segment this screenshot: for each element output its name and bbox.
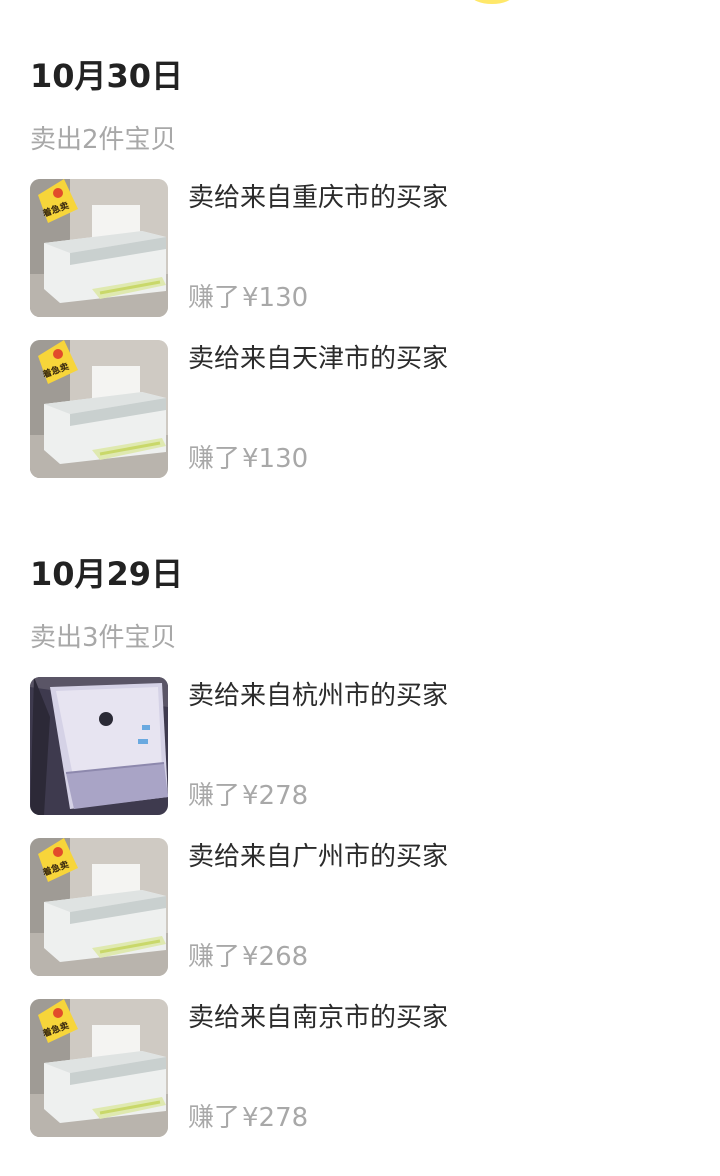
printer-photo-icon: 着急卖 xyxy=(30,999,168,1137)
product-thumbnail[interactable]: 着急卖 xyxy=(30,179,168,317)
printer-photo-icon: 着急卖 xyxy=(30,340,168,478)
buyer-location-text: 卖给来自广州市的买家 xyxy=(188,842,449,872)
sold-count: 卖出2件宝贝 xyxy=(30,125,177,155)
earned-label: 赚了 xyxy=(188,444,241,474)
sale-item[interactable]: 着急卖 卖给来自重庆市的买家 赚了¥130 xyxy=(30,179,690,319)
buyer-location-text: 卖给来自南京市的买家 xyxy=(188,1003,449,1033)
earned-label: 赚了 xyxy=(188,781,241,811)
sale-item[interactable]: 着急卖 卖给来自广州市的买家 赚了¥268 xyxy=(30,838,690,978)
product-thumbnail[interactable] xyxy=(30,677,168,815)
printer-photo-icon: 着急卖 xyxy=(30,179,168,317)
earned-label: 赚了 xyxy=(188,1103,241,1133)
earned-value: ¥130 xyxy=(242,444,309,474)
sale-item[interactable]: 卖给来自杭州市的买家 赚了¥278 xyxy=(30,677,690,817)
earned-value: ¥278 xyxy=(242,781,309,811)
earned-value: ¥268 xyxy=(242,942,309,972)
earned-amount: 赚了¥130 xyxy=(188,281,308,315)
earned-amount: 赚了¥268 xyxy=(188,940,308,974)
earned-amount: 赚了¥278 xyxy=(188,779,308,813)
printer-photo-icon: 着急卖 xyxy=(30,838,168,976)
buyer-location-text: 卖给来自重庆市的买家 xyxy=(188,183,449,213)
earned-value: ¥130 xyxy=(242,283,309,313)
sale-item[interactable]: 着急卖 卖给来自天津市的买家 赚了¥130 xyxy=(30,340,690,480)
earned-label: 赚了 xyxy=(188,942,241,972)
product-thumbnail[interactable]: 着急卖 xyxy=(30,999,168,1137)
date-heading: 10月29日 xyxy=(30,555,184,593)
top-indicator xyxy=(471,0,513,4)
date-heading: 10月30日 xyxy=(30,57,184,95)
product-thumbnail[interactable]: 着急卖 xyxy=(30,838,168,976)
product-thumbnail[interactable]: 着急卖 xyxy=(30,340,168,478)
earned-label: 赚了 xyxy=(188,283,241,313)
sold-count: 卖出3件宝贝 xyxy=(30,623,177,653)
earned-amount: 赚了¥278 xyxy=(188,1101,308,1135)
earned-value: ¥278 xyxy=(242,1103,309,1133)
buyer-location-text: 卖给来自杭州市的买家 xyxy=(188,681,449,711)
sale-item[interactable]: 着急卖 卖给来自南京市的买家 赚了¥278 xyxy=(30,999,690,1139)
buyer-location-text: 卖给来自天津市的买家 xyxy=(188,344,449,374)
earned-amount: 赚了¥130 xyxy=(188,442,308,476)
printer-closeup-icon xyxy=(30,677,168,815)
